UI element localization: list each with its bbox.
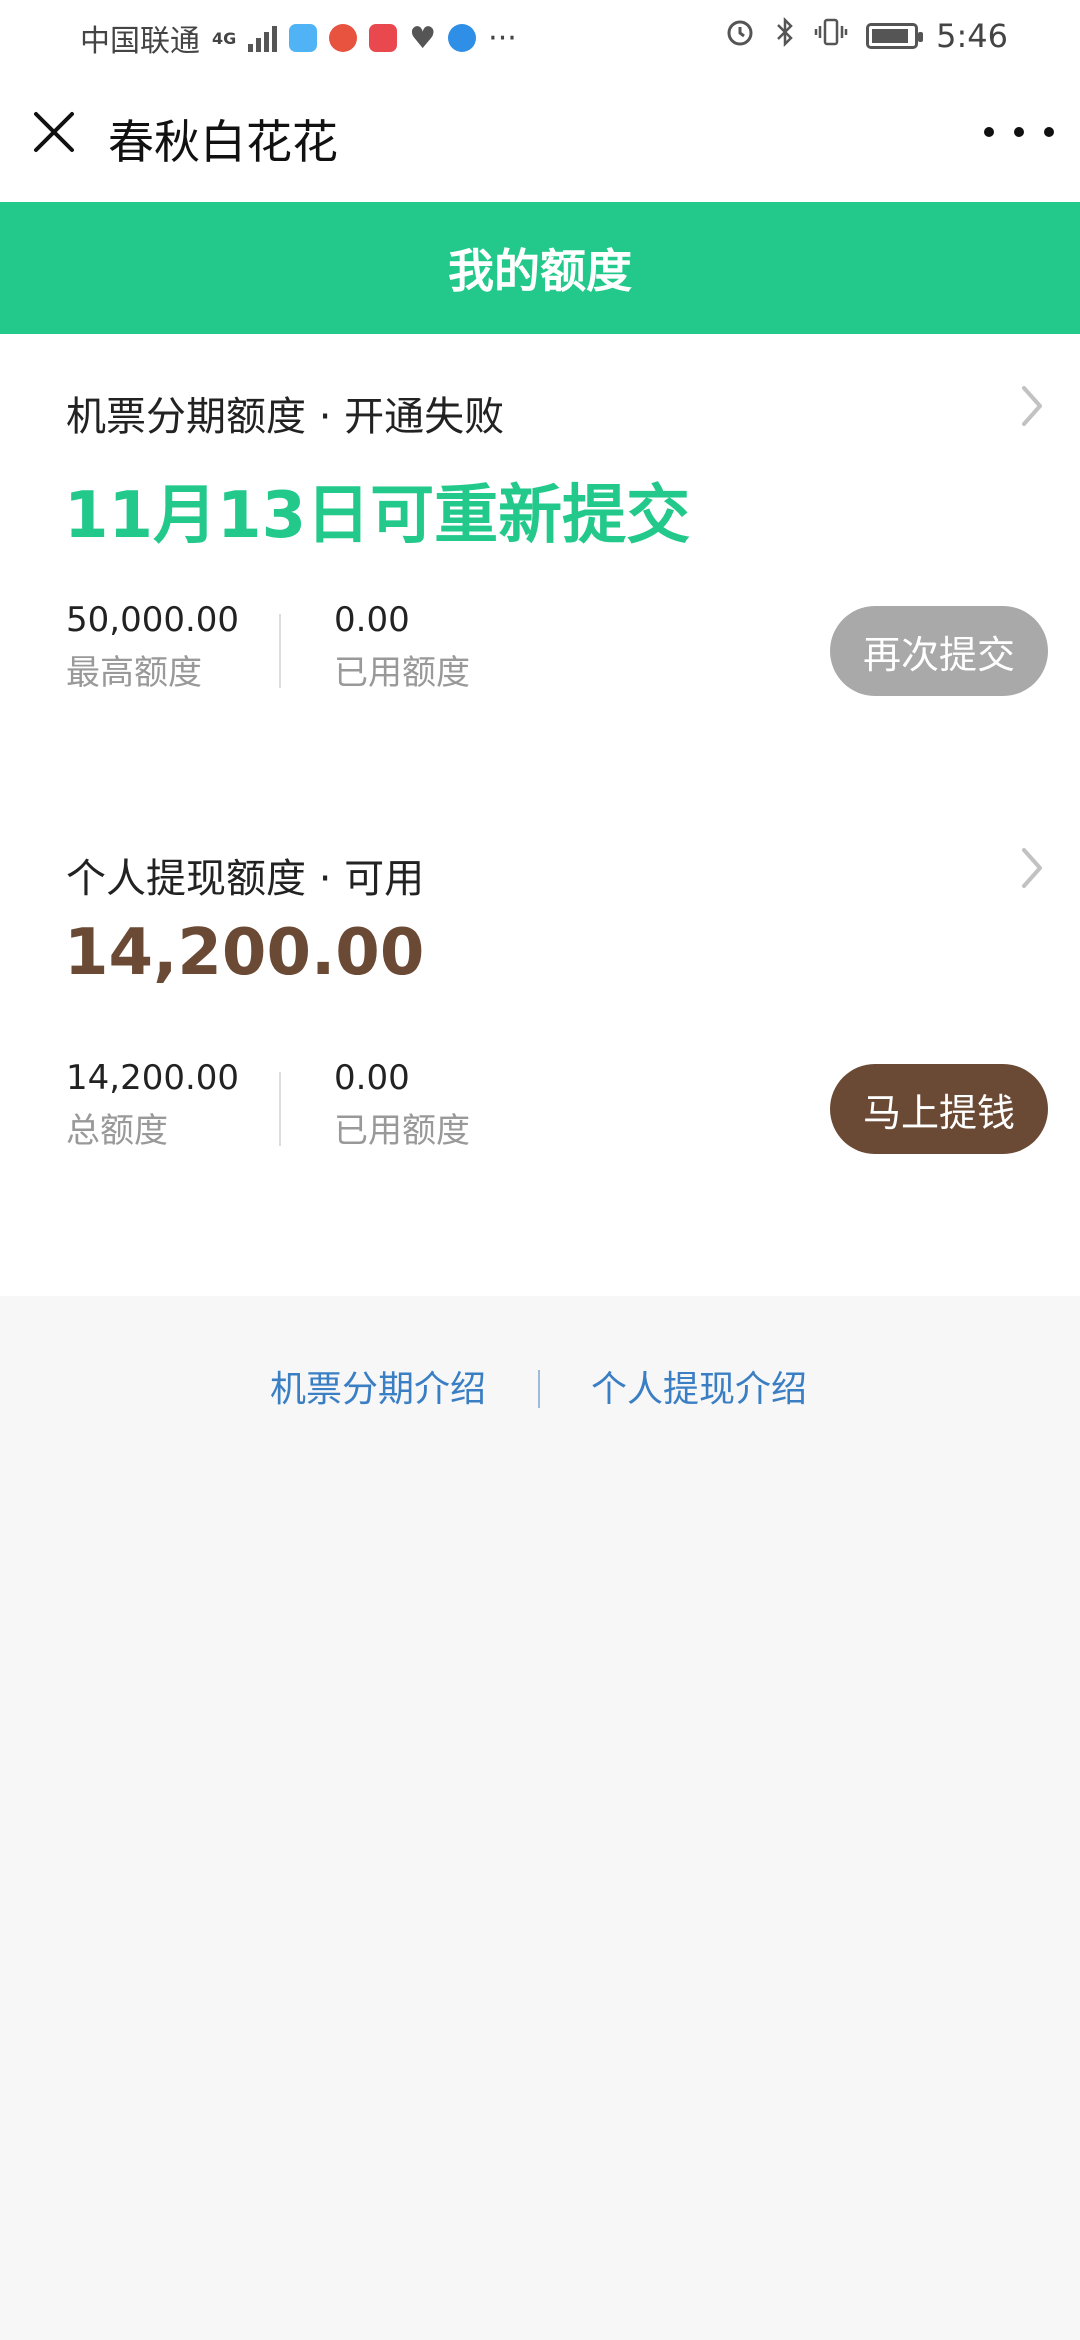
nav-bar: 春秋白花花 — [0, 72, 1080, 202]
page-title: 春秋白花花 — [108, 115, 338, 169]
health-icon: ♥ — [409, 20, 437, 56]
close-button[interactable] — [26, 104, 82, 160]
personal-withdrawal-section[interactable]: 个人提现额度 · 可用 14,200.00 14,200.00 总额度 0.00… — [0, 794, 1080, 1294]
alarm-icon — [724, 16, 756, 56]
total-quota-stat: 14,200.00 总额度 — [66, 1056, 239, 1156]
clock-time: 5:46 — [936, 17, 1008, 55]
footer-links: 机票分期介绍 个人提现介绍 — [0, 1360, 1080, 1420]
signal-icon — [248, 24, 278, 52]
used-quota-stat: 0.00 已用额度 — [334, 598, 470, 698]
carrier-name: 中国联通 — [80, 24, 200, 59]
flight-installment-section[interactable]: 机票分期额度 · 开通失败 11月13日可重新提交 50,000.00 最高额度… — [0, 334, 1080, 794]
more-dot-icon — [1044, 127, 1054, 137]
battery-icon — [866, 23, 924, 49]
total-quota-value: 14,200.00 — [66, 1058, 240, 1098]
personal-withdrawal-intro-link[interactable]: 个人提现介绍 — [591, 1360, 807, 1412]
close-icon — [34, 112, 74, 152]
resubmit-button[interactable]: 再次提交 — [830, 606, 1048, 696]
used-quota-stat: 0.00 已用额度 — [334, 1056, 470, 1156]
chevron-right-icon[interactable] — [1012, 376, 1052, 436]
max-quota-stat: 50,000.00 最高额度 — [66, 598, 239, 698]
more-notifications: ··· — [488, 20, 517, 56]
stat-divider — [279, 1072, 281, 1146]
section-title: 机票分期额度 · 开通失败 — [66, 394, 505, 440]
chevron-right-icon[interactable] — [1012, 838, 1052, 898]
vibrate-icon — [814, 16, 848, 56]
reader-app-icon — [369, 24, 398, 52]
max-quota-value: 50,000.00 — [66, 600, 240, 640]
quota-list: 机票分期额度 · 开通失败 11月13日可重新提交 50,000.00 最高额度… — [0, 334, 1080, 1296]
section-title: 个人提现额度 · 可用 — [66, 856, 425, 902]
total-quota-label: 总额度 — [66, 1111, 168, 1151]
max-quota-label: 最高额度 — [66, 653, 202, 693]
status-right: 5:46 — [724, 16, 1008, 56]
status-left: 中国联通 4G ♥ ··· — [80, 16, 517, 60]
available-amount-text: 14,200.00 — [64, 916, 425, 990]
status-bar: 中国联通 4G ♥ ··· 5:46 — [0, 0, 1080, 72]
resubmit-date-text: 11月13日可重新提交 — [64, 479, 691, 553]
used-quota-value: 0.00 — [334, 600, 410, 640]
more-options-button[interactable] — [984, 114, 1054, 150]
more-dot-icon — [1014, 127, 1024, 137]
bluetooth-icon — [774, 16, 796, 56]
footer-divider — [538, 1370, 540, 1408]
quota-header-title: 我的额度 — [448, 244, 632, 298]
flight-installment-intro-link[interactable]: 机票分期介绍 — [270, 1360, 486, 1412]
network-type: 4G — [212, 28, 237, 48]
withdraw-now-button[interactable]: 马上提钱 — [830, 1064, 1048, 1154]
used-quota-value: 0.00 — [334, 1058, 410, 1098]
browser-app-icon — [329, 24, 358, 52]
more-dot-icon — [984, 127, 994, 137]
used-quota-label: 已用额度 — [334, 653, 470, 693]
video-app-icon — [289, 24, 318, 52]
stat-divider — [279, 614, 281, 688]
used-quota-label: 已用额度 — [334, 1111, 470, 1151]
quota-header: 我的额度 — [0, 202, 1080, 334]
globe-app-icon — [448, 24, 477, 52]
